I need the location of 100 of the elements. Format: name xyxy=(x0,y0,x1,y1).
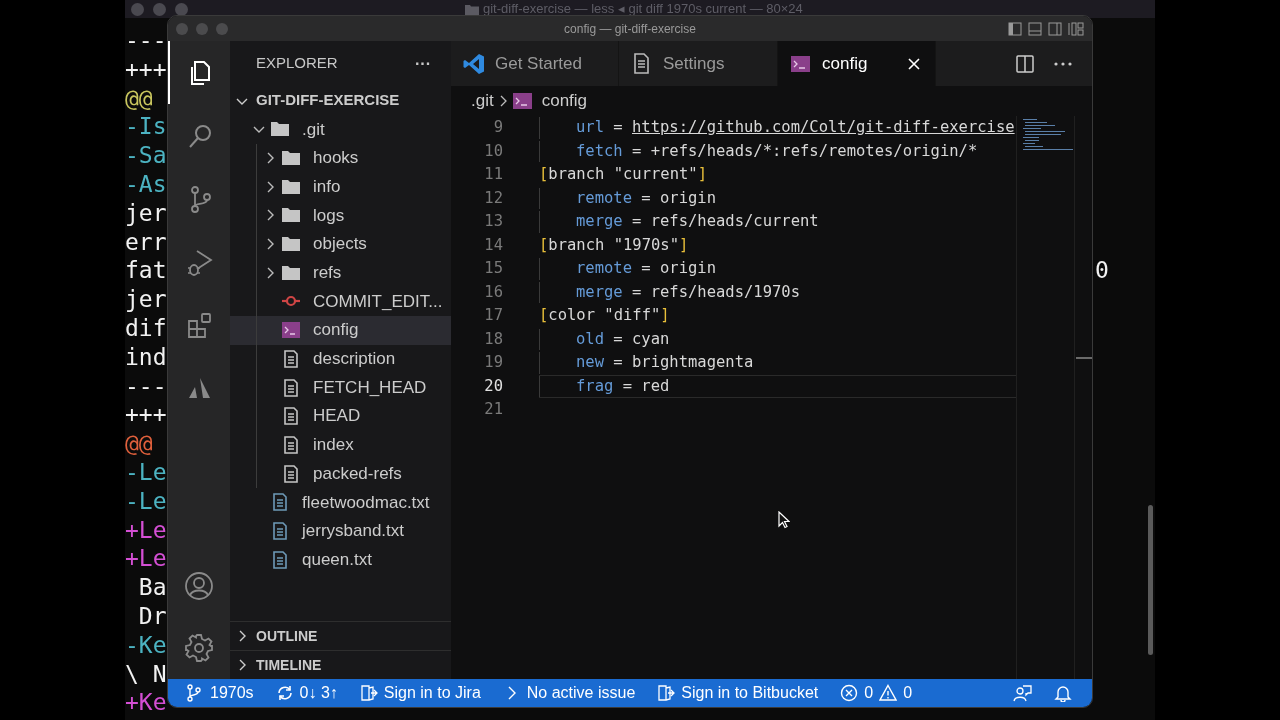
close-icon[interactable] xyxy=(907,56,921,71)
terminal-text: \ N xyxy=(125,659,167,689)
tree-item[interactable]: FETCH_HEAD xyxy=(230,373,451,402)
terminal-text: jer xyxy=(125,285,167,314)
line-number: 10 xyxy=(483,140,503,162)
code-text: new xyxy=(576,352,604,374)
code-text: = xyxy=(612,117,624,139)
account-icon[interactable] xyxy=(184,571,214,601)
folder-label[interactable]: GIT-DIFF-EXERCISE xyxy=(256,89,400,112)
tree-item[interactable]: logs xyxy=(230,201,451,230)
warning-icon xyxy=(879,684,898,702)
document-icon xyxy=(270,492,290,513)
tree-item[interactable]: info xyxy=(230,172,451,202)
code-text: = +refs/heads/*:refs/remotes/origin/* xyxy=(631,140,978,162)
tree-item[interactable]: fleetwoodmac.txt xyxy=(230,487,451,517)
extensions-icon xyxy=(186,310,214,339)
feedback-icon[interactable] xyxy=(1013,684,1032,702)
line-number: 12 xyxy=(483,187,503,209)
code-text: = refs/heads/1970s xyxy=(631,281,800,303)
terminal-text: Dr xyxy=(137,601,167,631)
tree-item[interactable]: hooks xyxy=(230,143,451,173)
error-icon xyxy=(840,684,859,702)
terminal-text: -Sa xyxy=(125,141,167,170)
tree-item[interactable]: objects xyxy=(230,229,451,259)
line-number: 13 xyxy=(483,211,503,232)
terminal-file-icon xyxy=(511,90,534,112)
tree-item[interactable]: .git xyxy=(230,115,451,144)
code-text: merge xyxy=(576,211,623,233)
code-text: ] xyxy=(679,234,689,256)
code-text: url xyxy=(576,117,604,139)
terminal-text: +Ke xyxy=(125,688,167,718)
status-item[interactable]: Sign in to Jira xyxy=(359,681,481,705)
split-editor-icon[interactable] xyxy=(1016,54,1034,73)
tree-item[interactable]: packed-refs xyxy=(230,459,451,488)
code-text: merge xyxy=(576,281,623,303)
split-layout-icon[interactable] xyxy=(1048,21,1062,36)
terminal-text: -Ke xyxy=(125,630,167,660)
tree-item[interactable]: config xyxy=(230,315,451,345)
minimap-drawing xyxy=(1023,119,1074,151)
terminal-text: err xyxy=(125,227,167,257)
code-text: ] xyxy=(697,164,707,186)
code-text: remote xyxy=(576,258,632,280)
code-text: remote xyxy=(576,187,632,209)
code-text: = refs/heads/current xyxy=(631,211,819,233)
sign-in-icon xyxy=(657,684,676,702)
terminal-text: -Is xyxy=(125,112,167,142)
terminal-text: fat xyxy=(125,256,167,286)
code-text: branch "1970s" xyxy=(548,234,679,256)
code-text: = origin xyxy=(640,187,716,209)
tree-item[interactable]: index xyxy=(230,430,451,460)
status-item[interactable]: Sign in to Bitbucket xyxy=(657,681,819,705)
bell-icon[interactable] xyxy=(1054,684,1072,702)
panel-toggle-icon[interactable] xyxy=(1028,21,1042,36)
code-text: fetch xyxy=(576,140,623,162)
line-number: 21 xyxy=(483,399,503,420)
code-text: frag xyxy=(576,375,614,397)
more-icon[interactable] xyxy=(1054,61,1072,66)
line-number: 16 xyxy=(483,281,503,303)
branch-icon xyxy=(186,684,204,702)
line-number: 11 xyxy=(483,164,503,185)
line-number: 20 xyxy=(483,375,503,397)
terminal-text: --- xyxy=(125,371,167,401)
terminal-text: dif xyxy=(125,313,167,343)
tree-item[interactable]: refs xyxy=(230,258,451,288)
document-icon xyxy=(281,348,301,369)
terminal-text: -Le xyxy=(125,486,167,516)
settings-icon[interactable] xyxy=(184,633,214,663)
status-item[interactable]: 1970s xyxy=(186,681,254,705)
status-item[interactable]: No active issue xyxy=(502,681,636,705)
document-icon xyxy=(281,463,301,484)
tree-item[interactable]: queen.txt xyxy=(230,545,451,574)
terminal-file-icon xyxy=(281,320,301,341)
status-item[interactable]: 0↓ 3↑ xyxy=(275,681,338,705)
section-header[interactable]: OUTLINE xyxy=(230,621,451,650)
scrollbar-thumb[interactable] xyxy=(1148,505,1153,655)
tree-item[interactable]: jerrysband.txt xyxy=(230,516,451,546)
document-icon xyxy=(281,406,301,427)
terminal-text: +Le xyxy=(125,515,167,545)
more-actions-button[interactable]: ··· xyxy=(415,51,431,76)
line-number: 18 xyxy=(483,328,503,350)
document-icon xyxy=(270,520,290,541)
tree-item[interactable]: HEAD xyxy=(230,401,451,431)
sidebar-toggle-icon[interactable] xyxy=(1008,21,1022,36)
run-debug-icon xyxy=(186,247,214,276)
breadcrumb-item[interactable]: config xyxy=(511,88,588,114)
status-item[interactable]: 0 0 xyxy=(840,681,913,705)
editor-tab[interactable]: config xyxy=(778,41,936,86)
line-number: 17 xyxy=(483,305,503,326)
document-icon xyxy=(281,377,301,398)
window-title: config — git-diff-exercise xyxy=(564,20,696,38)
code-text: branch "current" xyxy=(548,164,698,186)
layout-icon[interactable] xyxy=(1068,21,1084,36)
code-text: old xyxy=(576,328,604,350)
link[interactable]: https://github.com/Colt/git-diff-exercise xyxy=(632,116,1015,140)
mouse-cursor-icon xyxy=(778,511,790,529)
breadcrumb-item[interactable]: .git xyxy=(471,88,494,114)
terminal-text: -Le xyxy=(125,457,167,487)
tree-item[interactable]: COMMIT_EDIT... xyxy=(230,287,451,316)
tree-item[interactable]: description xyxy=(230,344,451,374)
terminal-text: +++ xyxy=(125,400,167,430)
